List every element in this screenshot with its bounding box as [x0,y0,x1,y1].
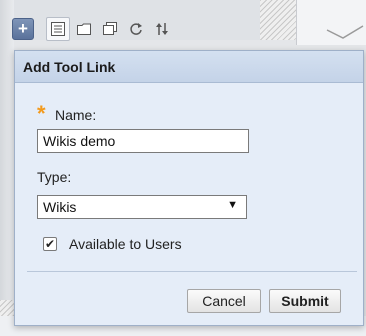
left-strip [0,0,14,336]
envelope-icon [326,25,364,39]
type-select[interactable]: Wikis ▼ [37,195,247,219]
available-to-users-label: Available to Users [69,236,182,252]
add-menu-item-button[interactable]: + [12,18,34,40]
name-input[interactable] [37,129,249,153]
new-window-button[interactable] [98,17,122,41]
refresh-icon [130,23,142,35]
type-selected-value: Wikis [43,199,77,215]
sort-icon [156,23,168,35]
course-menu-toolbar: + [12,12,260,46]
folder-view-button[interactable] [72,17,96,41]
add-tool-link-dialog: Add Tool Link * Name: Type: Wikis ▼ ✔ Av… [14,50,364,326]
refresh-button[interactable] [124,17,148,41]
divider [27,271,357,272]
dropdown-arrow-icon: ▼ [227,199,238,211]
cancel-button[interactable]: Cancel [187,289,261,313]
windows-icon [103,22,117,35]
right-panel [296,0,366,45]
submit-button[interactable]: Submit [269,289,341,313]
sort-button[interactable] [150,17,174,41]
required-star-icon: * [37,101,46,126]
list-view-icon [51,22,65,36]
available-to-users-checkbox[interactable]: ✔ [43,237,57,251]
dialog-title: Add Tool Link [15,51,363,83]
name-label: Name: [55,107,97,123]
type-label: Type: [37,169,72,185]
folder-icon [77,23,91,35]
hatch-pattern [260,0,296,40]
list-view-button[interactable] [46,17,70,41]
